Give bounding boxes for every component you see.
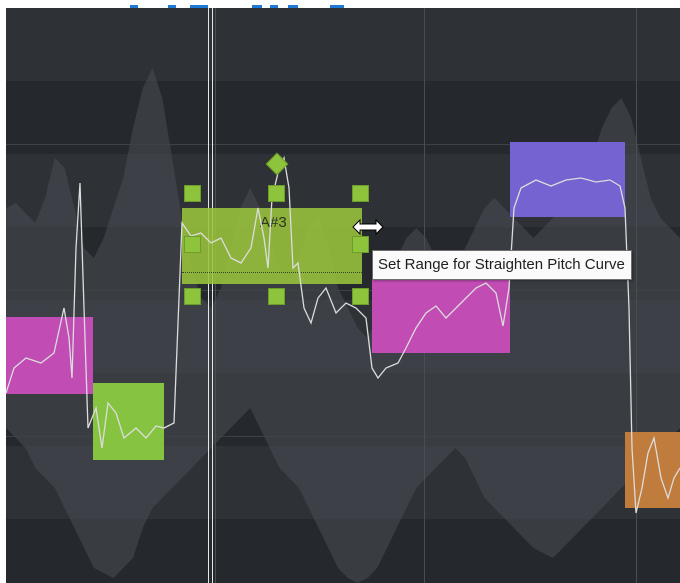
note-handle-right[interactable] [352,236,369,253]
header-text-fragment [0,0,680,8]
note-handle-bottom-left[interactable] [184,288,201,305]
note-handle-bottom-center[interactable] [268,288,285,305]
note-handle-bottom-right[interactable] [352,288,369,305]
note-handle-top-left[interactable] [184,185,201,202]
note-handle-left[interactable] [184,236,201,253]
note-handle-top-right[interactable] [352,185,369,202]
pitch-curve[interactable] [6,8,680,583]
horizontal-resize-arrow-icon [352,218,384,236]
pitch-editor-canvas[interactable]: A#3 Set Range for Straighten Pitch Curve [6,8,680,583]
tooltip: Set Range for Straighten Pitch Curve [372,250,632,280]
note-handle-top-center[interactable] [268,185,285,202]
